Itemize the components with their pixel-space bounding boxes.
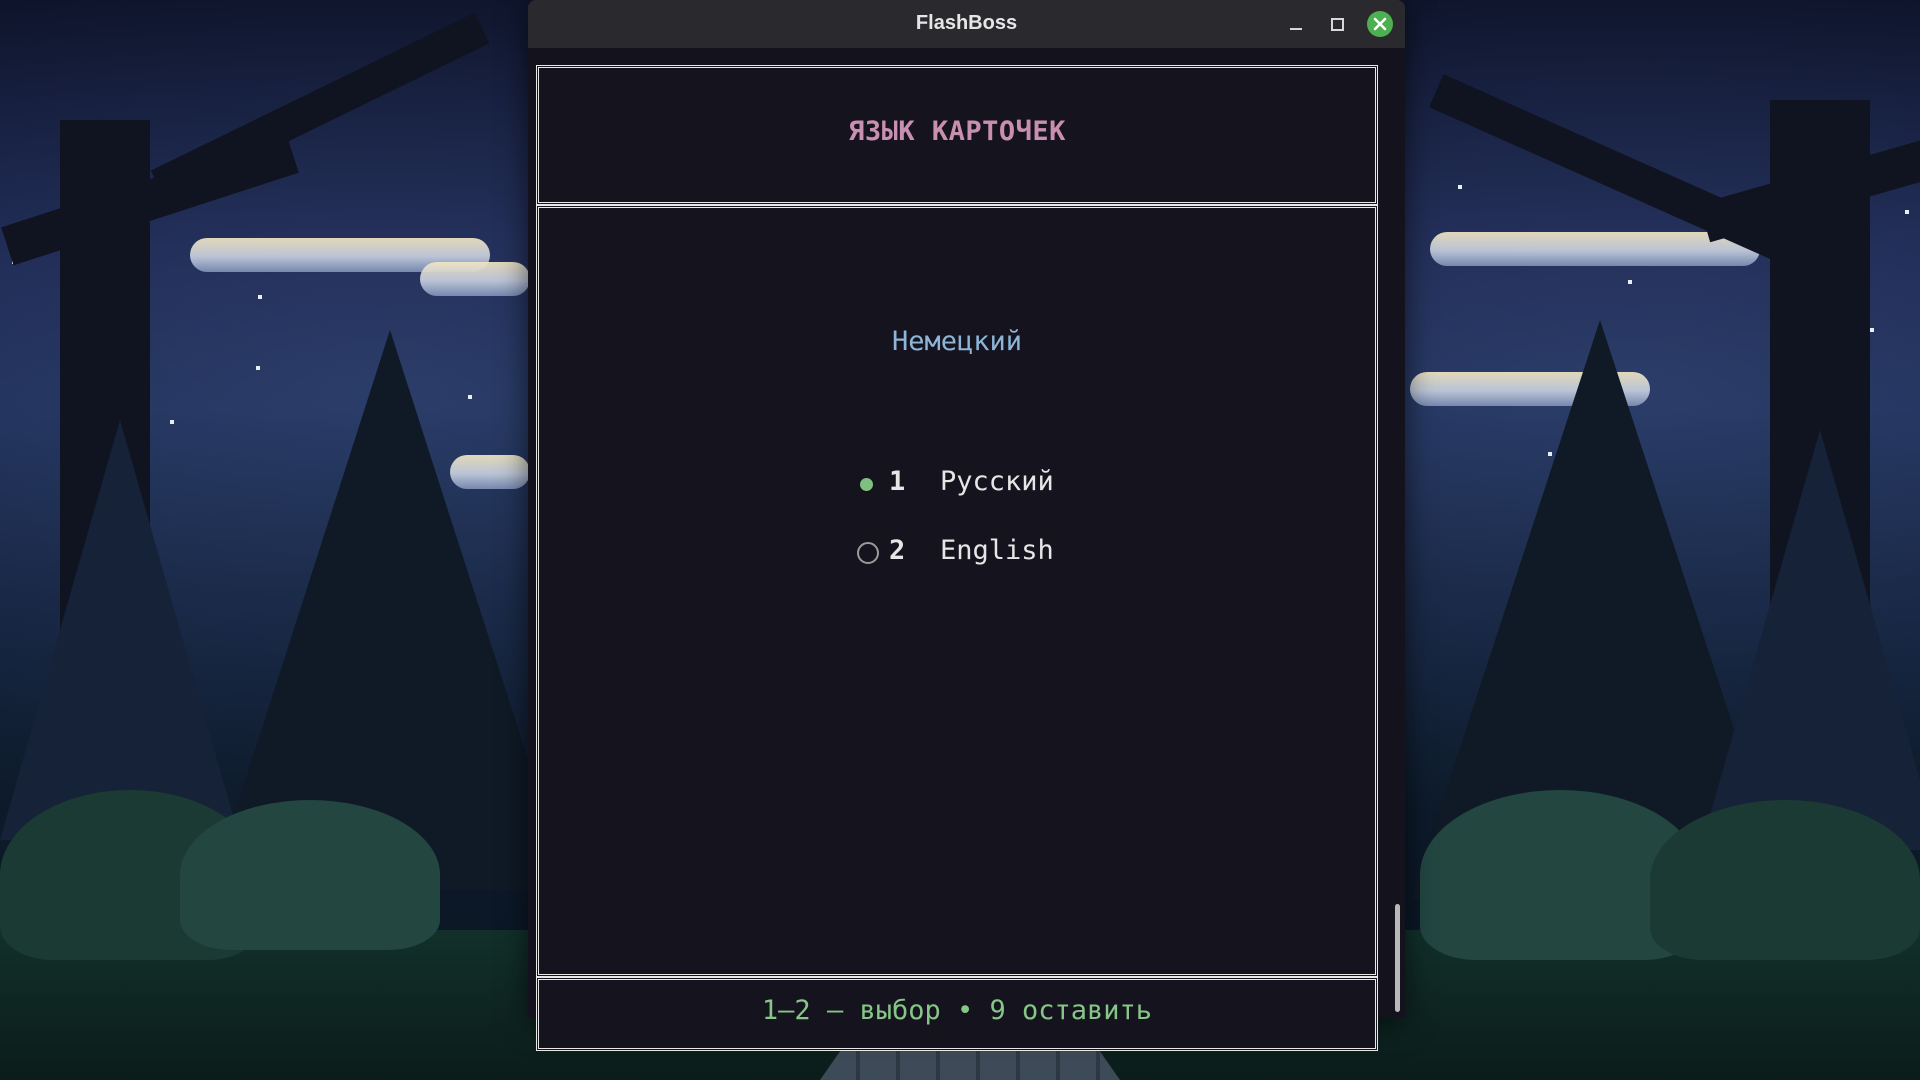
bush — [1650, 800, 1920, 960]
radio-unselected-icon[interactable] — [857, 542, 879, 564]
scrollbar-thumb[interactable] — [1395, 904, 1400, 1012]
header-panel: ЯЗЫК КАРТОЧЕК — [536, 65, 1378, 205]
star — [1628, 280, 1632, 284]
language-select-panel: Немецкий 1 Русский 2 English — [536, 205, 1378, 977]
bush — [180, 800, 440, 950]
star — [1870, 328, 1874, 332]
source-language-label: Немецкий — [891, 326, 1023, 357]
star — [1458, 185, 1462, 189]
star — [258, 295, 262, 299]
maximize-icon[interactable] — [1325, 12, 1349, 36]
app-window: FlashBoss ЯЗЫК КАРТОЧЕК Немецкий 1 Русск… — [528, 0, 1405, 1051]
title-bar[interactable]: FlashBoss — [528, 0, 1405, 48]
star — [1905, 210, 1909, 214]
pine-tree — [1700, 430, 1920, 850]
footer-panel: 1–2 — выбор • 9 оставить — [536, 977, 1378, 1051]
scrollbar[interactable] — [1394, 48, 1402, 1018]
minimize-icon[interactable] — [1284, 12, 1308, 36]
option-key: 2 — [889, 535, 906, 566]
radio-selected-icon[interactable] — [857, 473, 879, 495]
pine-tree — [0, 420, 240, 840]
page-title: ЯЗЫК КАРТОЧЕК — [848, 116, 1066, 147]
option-english[interactable]: 2 English — [857, 533, 1117, 573]
option-russian[interactable]: 1 Русский — [857, 464, 1117, 504]
close-icon[interactable] — [1367, 11, 1393, 37]
option-key: 1 — [889, 466, 906, 497]
option-label: English — [940, 535, 1054, 566]
cloud — [420, 262, 530, 296]
option-label: Русский — [940, 466, 1054, 497]
keyboard-hint: 1–2 — выбор • 9 оставить — [761, 995, 1153, 1026]
window-title: FlashBoss — [915, 12, 1018, 34]
terminal-content: ЯЗЫК КАРТОЧЕК Немецкий 1 Русский 2 Engli… — [528, 48, 1405, 1051]
